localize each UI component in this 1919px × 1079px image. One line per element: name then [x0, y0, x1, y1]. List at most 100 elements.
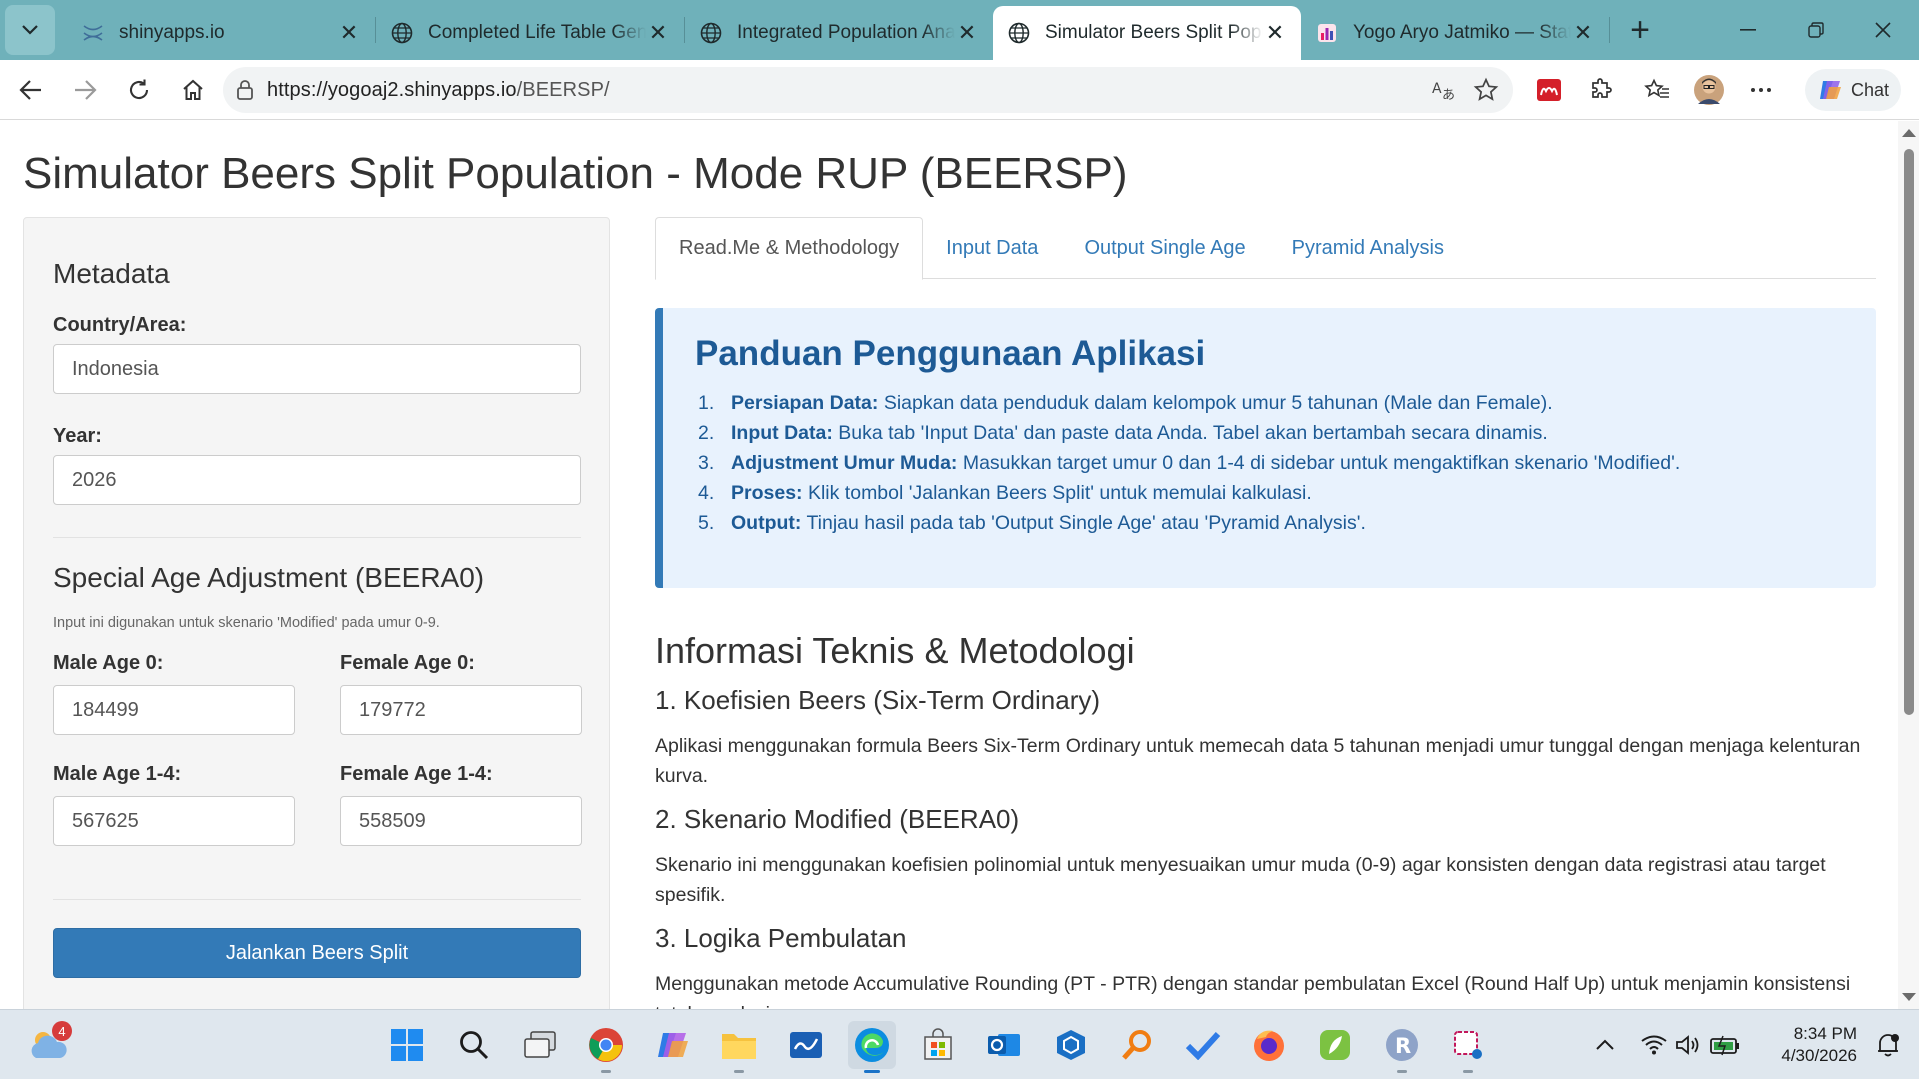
translate-icon[interactable]: Aあ	[1431, 78, 1457, 102]
close-window-button[interactable]	[1850, 0, 1916, 60]
chrome-taskbar-button[interactable]	[582, 1021, 630, 1073]
outlook-button[interactable]	[980, 1021, 1028, 1069]
tab-input-data[interactable]: Input Data	[923, 217, 1061, 279]
mendeley-extension-button[interactable]	[1526, 67, 1572, 113]
file-explorer-button[interactable]	[715, 1021, 763, 1073]
snip-icon	[1454, 1031, 1482, 1059]
male-age1-4-group: Male Age 1-4:	[53, 763, 295, 846]
step-label: Input Data:	[731, 422, 833, 444]
refresh-button[interactable]	[116, 67, 162, 113]
step-text: Klik tombol 'Jalankan Beers Split' untuk…	[802, 482, 1312, 504]
tab-readme-methodology[interactable]: Read.Me & Methodology	[655, 217, 924, 280]
running-indicator	[864, 1070, 880, 1073]
wifi-icon[interactable]	[1641, 1035, 1667, 1055]
browser-tab-1[interactable]: shinyapps.io ✕	[67, 9, 375, 57]
profile-button[interactable]	[1686, 67, 1732, 113]
weather-widget[interactable]: 4	[24, 1021, 72, 1069]
search-app-button[interactable]	[1113, 1021, 1161, 1069]
favorite-star-icon[interactable]	[1473, 77, 1499, 103]
magnifier-app-icon	[1122, 1030, 1151, 1060]
scroll-up-arrow-icon[interactable]	[1902, 129, 1916, 137]
whiteboard-button[interactable]	[782, 1021, 830, 1069]
guide-step: 5. Output: Tinjau hasil pada tab 'Output …	[695, 508, 1876, 538]
country-input[interactable]	[53, 344, 581, 394]
address-bar[interactable]: https://yogoaj2.shinyapps.io/BEERSP/ Aあ	[223, 67, 1513, 113]
female-age1-4-label: Female Age 1-4:	[340, 763, 493, 785]
tab-pyramid-analysis[interactable]: Pyramid Analysis	[1269, 217, 1467, 279]
snipping-tool-button[interactable]	[1444, 1021, 1492, 1073]
run-beers-split-button[interactable]: Jalankan Beers Split	[53, 928, 581, 978]
restore-button[interactable]	[1783, 0, 1849, 60]
year-input[interactable]	[53, 455, 581, 505]
page-scrollbar[interactable]	[1898, 121, 1919, 1009]
taskbar-clock[interactable]: 8:34 PM 4/30/2026	[1781, 1023, 1857, 1067]
firefox-button[interactable]	[1245, 1021, 1293, 1069]
scroll-down-arrow-icon[interactable]	[1902, 993, 1916, 1001]
guide-steps: 1. Persiapan Data: Siapkan data penduduk …	[695, 388, 1876, 538]
tab-actions-menu-button[interactable]	[5, 5, 55, 55]
scrollbar-thumb[interactable]	[1904, 149, 1914, 715]
folder-icon	[722, 1034, 756, 1059]
female-age0-input[interactable]	[340, 685, 582, 735]
forward-button[interactable]	[62, 67, 108, 113]
notifications-button[interactable]	[1868, 1021, 1908, 1069]
female-age1-4-input[interactable]	[340, 796, 582, 846]
home-button[interactable]	[170, 67, 216, 113]
new-tab-button[interactable]: +	[1616, 6, 1664, 54]
notification-badge: 4	[52, 1021, 72, 1041]
close-icon[interactable]: ✕	[337, 20, 361, 45]
r-logo-icon: R	[1386, 1029, 1418, 1061]
copilot-taskbar-button[interactable]	[649, 1021, 697, 1069]
extensions-button[interactable]	[1578, 67, 1624, 113]
guide-title: Panduan Penggunaan Aplikasi	[695, 334, 1206, 373]
browser-tab-5[interactable]: Yogo Aryo Jatmiko — Statistician ✕	[1301, 9, 1609, 57]
browser-tab-2[interactable]: Completed Life Table Generator ✕	[376, 9, 684, 57]
browser-tab-3-active[interactable]: Simulator Beers Split Population ✕	[993, 6, 1301, 60]
tab-output-single-age[interactable]: Output Single Age	[1061, 217, 1268, 279]
close-icon[interactable]: ✕	[1263, 20, 1287, 45]
step-label: Output:	[731, 512, 802, 534]
speaker-icon[interactable]	[1675, 1034, 1701, 1056]
divider	[53, 537, 581, 538]
tab-title: Simulator Beers Split Population	[1045, 22, 1263, 43]
windows-logo-icon	[391, 1029, 423, 1061]
battery-charging-icon[interactable]	[1709, 1034, 1741, 1056]
section-text-rounding-logic: Menggunakan metode Accumulative Rounding…	[655, 973, 1851, 1009]
app-green-button[interactable]	[1311, 1021, 1359, 1069]
whiteboard-icon	[790, 1032, 822, 1058]
edge-taskbar-button[interactable]	[848, 1021, 896, 1073]
todo-button[interactable]	[1179, 1021, 1227, 1069]
task-view-button[interactable]	[516, 1021, 564, 1069]
section-text-beers-coefficient: Aplikasi menggunakan formula Beers Six-T…	[655, 735, 1861, 787]
back-button[interactable]	[8, 67, 54, 113]
favorites-button[interactable]	[1634, 67, 1680, 113]
search-button[interactable]	[450, 1021, 498, 1069]
globe-icon	[1007, 21, 1031, 45]
copilot-chat-button[interactable]: Chat	[1805, 69, 1901, 111]
clock-date: 4/30/2026	[1781, 1046, 1857, 1065]
male-age0-input[interactable]	[53, 685, 295, 735]
app-cube-button[interactable]	[1047, 1021, 1095, 1069]
address-actions: Aあ	[1431, 67, 1499, 113]
store-button[interactable]	[914, 1021, 962, 1069]
url-path: /BEERSP/	[516, 78, 610, 101]
age1-4-row: Male Age 1-4: Female Age 1-4:	[53, 763, 582, 846]
more-menu-button[interactable]	[1738, 67, 1784, 113]
browser-tab-3[interactable]: Integrated Population Analysis ✕	[685, 9, 993, 57]
minimize-button[interactable]	[1715, 0, 1781, 60]
female-age0-label: Female Age 0:	[340, 652, 475, 674]
step-text: Siapkan data penduduk dalam kelompok umu…	[878, 392, 1553, 414]
step-label: Adjustment Umur Muda:	[731, 452, 958, 474]
svg-text:A: A	[1432, 81, 1442, 97]
close-icon[interactable]: ✕	[646, 20, 670, 45]
start-button[interactable]	[383, 1021, 431, 1069]
female-age0-group: Female Age 0:	[340, 652, 582, 735]
clock-time: 8:34 PM	[1793, 1024, 1857, 1043]
close-icon[interactable]: ✕	[955, 20, 979, 45]
web-page: Simulator Beers Split Population - Mode …	[0, 121, 1898, 1009]
close-icon[interactable]: ✕	[1571, 20, 1595, 45]
male-age1-4-input[interactable]	[53, 796, 295, 846]
chevron-up-icon[interactable]	[1595, 1039, 1615, 1051]
r-app-button[interactable]: R	[1378, 1021, 1426, 1073]
male-age1-4-label: Male Age 1-4:	[53, 763, 182, 785]
